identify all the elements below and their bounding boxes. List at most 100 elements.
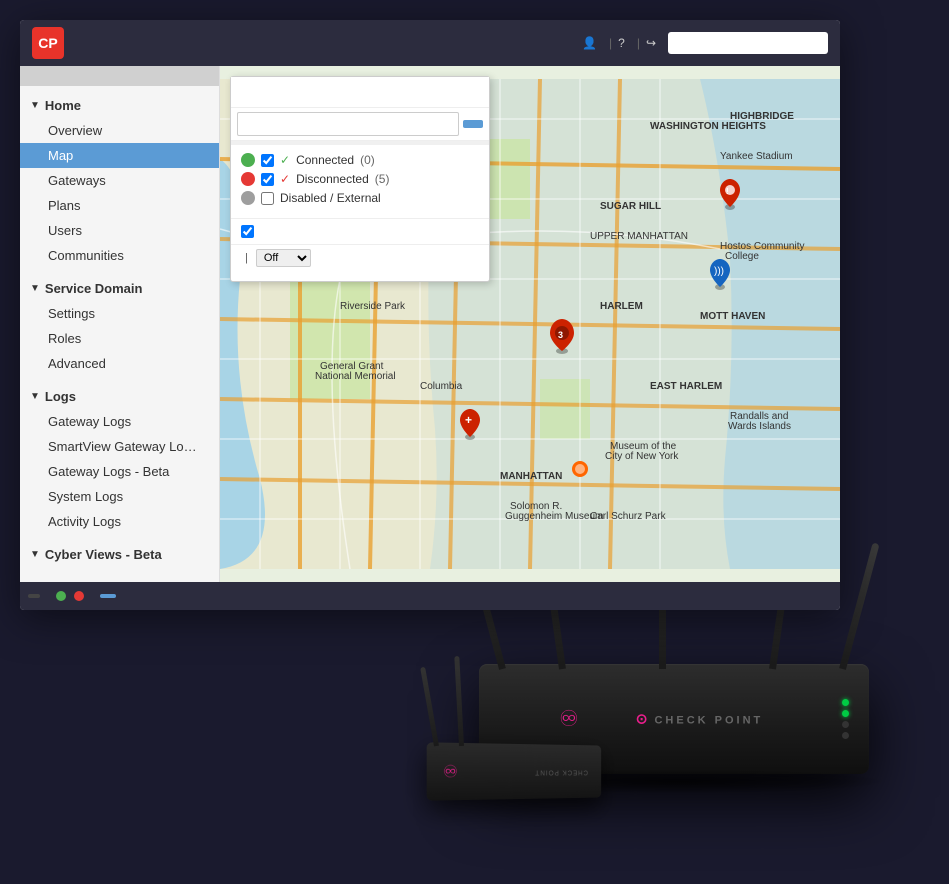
app-header: CP 👤 | ? | ↪ [20, 20, 840, 66]
cyber-views-group-label: Cyber Views - Beta [45, 547, 162, 562]
pink-logo-mark: ♾ [559, 706, 579, 732]
antenna-secondary-1 [420, 667, 439, 747]
sidebar-item-settings[interactable]: Settings [20, 301, 219, 326]
svg-text:))): ))) [714, 266, 724, 277]
checkpoint-brand-text: ⊙CHECK POINT [636, 711, 764, 728]
sidebar-item-gateway-logs[interactable]: Gateway Logs [20, 409, 219, 434]
sidebar-group-service-domain: ▼ Service Domain Settings Roles Advanced [20, 272, 219, 380]
connected-checkbox[interactable] [261, 154, 274, 167]
disconnected-label: Disconnected [296, 172, 369, 186]
svg-text:Guggenheim Museum: Guggenheim Museum [505, 511, 603, 522]
retrieved-row [231, 271, 489, 281]
svg-text:Riverside Park: Riverside Park [340, 301, 406, 312]
router-led-2 [842, 710, 849, 717]
sidebar-item-users[interactable]: Users [20, 218, 219, 243]
home-arrow-icon: ▼ [30, 100, 40, 111]
version-badge [28, 594, 40, 598]
filter-connected-row: ✓ Connected (0) [241, 153, 479, 167]
autofit-row [231, 218, 489, 244]
svg-text:UPPER MANHATTAN: UPPER MANHATTAN [590, 231, 688, 242]
sidebar-group-logs-header[interactable]: ▼ Logs [20, 384, 219, 409]
disconnected-count: (5) [375, 172, 390, 186]
sidebar-item-overview[interactable]: Overview [20, 118, 219, 143]
antenna-secondary-2 [454, 656, 464, 746]
service-domain-arrow-icon: ▼ [30, 283, 40, 294]
sidebar-item-activity-logs[interactable]: Activity Logs [20, 509, 219, 534]
sidebar-item-system-logs[interactable]: System Logs [20, 484, 219, 509]
sidebar-group-service-domain-header[interactable]: ▼ Service Domain [20, 276, 219, 301]
sidebar-item-communities[interactable]: Communities [20, 243, 219, 268]
sidebar-item-roles[interactable]: Roles [20, 326, 219, 351]
header-search-input[interactable] [668, 32, 828, 54]
sidebar-group-home-header[interactable]: ▼ Home [20, 93, 219, 118]
secondary-router-logo: ♾ [443, 761, 458, 782]
disconnected-dot [241, 172, 255, 186]
go-button[interactable] [463, 120, 483, 128]
svg-text:Columbia: Columbia [420, 381, 463, 392]
sidebar-item-plans[interactable]: Plans [20, 193, 219, 218]
filter-disabled-row: Disabled / External [241, 191, 479, 205]
svg-text:Wards Islands: Wards Islands [728, 421, 791, 432]
home-group-label: Home [45, 98, 81, 113]
secondary-router-sticker: CHECK POINT [534, 768, 588, 775]
logout-icon: ↪ [646, 36, 656, 50]
auto-refresh-select[interactable]: Off 1 min 5 min [256, 249, 311, 267]
sidebar-item-map[interactable]: Map [20, 143, 219, 168]
map-panel: ✓ Connected (0) ✓ Disconnected (5) [230, 76, 490, 282]
svg-text:HARLEM: HARLEM [600, 301, 643, 312]
router-secondary-body: ♾ CHECK POINT [427, 742, 601, 800]
user-icon: 👤 [582, 36, 597, 50]
gateways-status [52, 591, 88, 601]
router-led-3 [842, 721, 849, 728]
app-window: CP 👤 | ? | ↪ ▼ Home [20, 20, 840, 610]
antenna-5 [839, 543, 879, 670]
svg-text:!: ! [726, 187, 729, 196]
status-bar [20, 582, 840, 610]
refresh-row: | Off 1 min 5 min [231, 244, 489, 271]
logs-group-label: Logs [45, 389, 76, 404]
sidebar-group-cyber-views: ▼ Cyber Views - Beta [20, 538, 219, 571]
disconnected-checkbox[interactable] [261, 173, 274, 186]
sidebar-group-home: ▼ Home Overview Map Gateways Plans Users… [20, 89, 219, 272]
svg-text:Carl Schurz Park: Carl Schurz Park [590, 511, 667, 522]
svg-text:SUGAR HILL: SUGAR HILL [600, 201, 661, 212]
plans-button[interactable] [100, 594, 116, 598]
help-icon: ? [618, 36, 625, 50]
filter-section: ✓ Connected (0) ✓ Disconnected (5) [231, 145, 489, 218]
svg-text:College: College [725, 251, 759, 262]
logo-icon: CP [32, 27, 64, 59]
svg-text:MANHATTAN: MANHATTAN [500, 471, 562, 482]
address-search-input[interactable] [231, 77, 489, 107]
disabled-dot [241, 191, 255, 205]
sidebar-item-gateways[interactable]: Gateways [20, 168, 219, 193]
connected-status-dot [56, 591, 66, 601]
separator: | [245, 252, 248, 264]
filter-disconnected-row: ✓ Disconnected (5) [241, 172, 479, 186]
router-led-1 [842, 699, 849, 706]
sidebar-collapse-button[interactable] [20, 66, 219, 86]
disconnected-check-icon: ✓ [280, 172, 290, 186]
logs-arrow-icon: ▼ [30, 391, 40, 402]
disabled-checkbox[interactable] [261, 192, 274, 205]
map-background[interactable]: WASHINGTON HEIGHTS HIGHBRIDGE SUGAR HILL… [220, 66, 840, 582]
logo-area: CP [32, 27, 70, 59]
sidebar-item-smartview-gateway-logs[interactable]: SmartView Gateway Lo… [20, 434, 219, 459]
svg-text:City of New York: City of New York [605, 451, 679, 462]
content-area: WASHINGTON HEIGHTS HIGHBRIDGE SUGAR HILL… [220, 66, 840, 582]
connected-check-icon: ✓ [280, 153, 290, 167]
sidebar-group-cyber-views-header[interactable]: ▼ Cyber Views - Beta [20, 542, 219, 567]
service-domain-group-label: Service Domain [45, 281, 143, 296]
gateway-search-input[interactable] [237, 112, 459, 136]
svg-text:HIGHBRIDGE: HIGHBRIDGE [730, 111, 794, 122]
svg-text:+: + [465, 413, 472, 427]
router-led-4 [842, 732, 849, 739]
sidebar-item-gateway-logs-beta[interactable]: Gateway Logs - Beta [20, 459, 219, 484]
header-nav: 👤 | ? | ↪ [582, 32, 828, 54]
map-pin-orange[interactable] [572, 461, 588, 477]
sidebar-item-advanced[interactable]: Advanced [20, 351, 219, 376]
svg-text:EAST HARLEM: EAST HARLEM [650, 381, 722, 392]
address-search-row [231, 77, 489, 108]
svg-text:3: 3 [558, 330, 563, 340]
autofit-checkbox[interactable] [241, 225, 254, 238]
connected-label: Connected [296, 153, 354, 167]
